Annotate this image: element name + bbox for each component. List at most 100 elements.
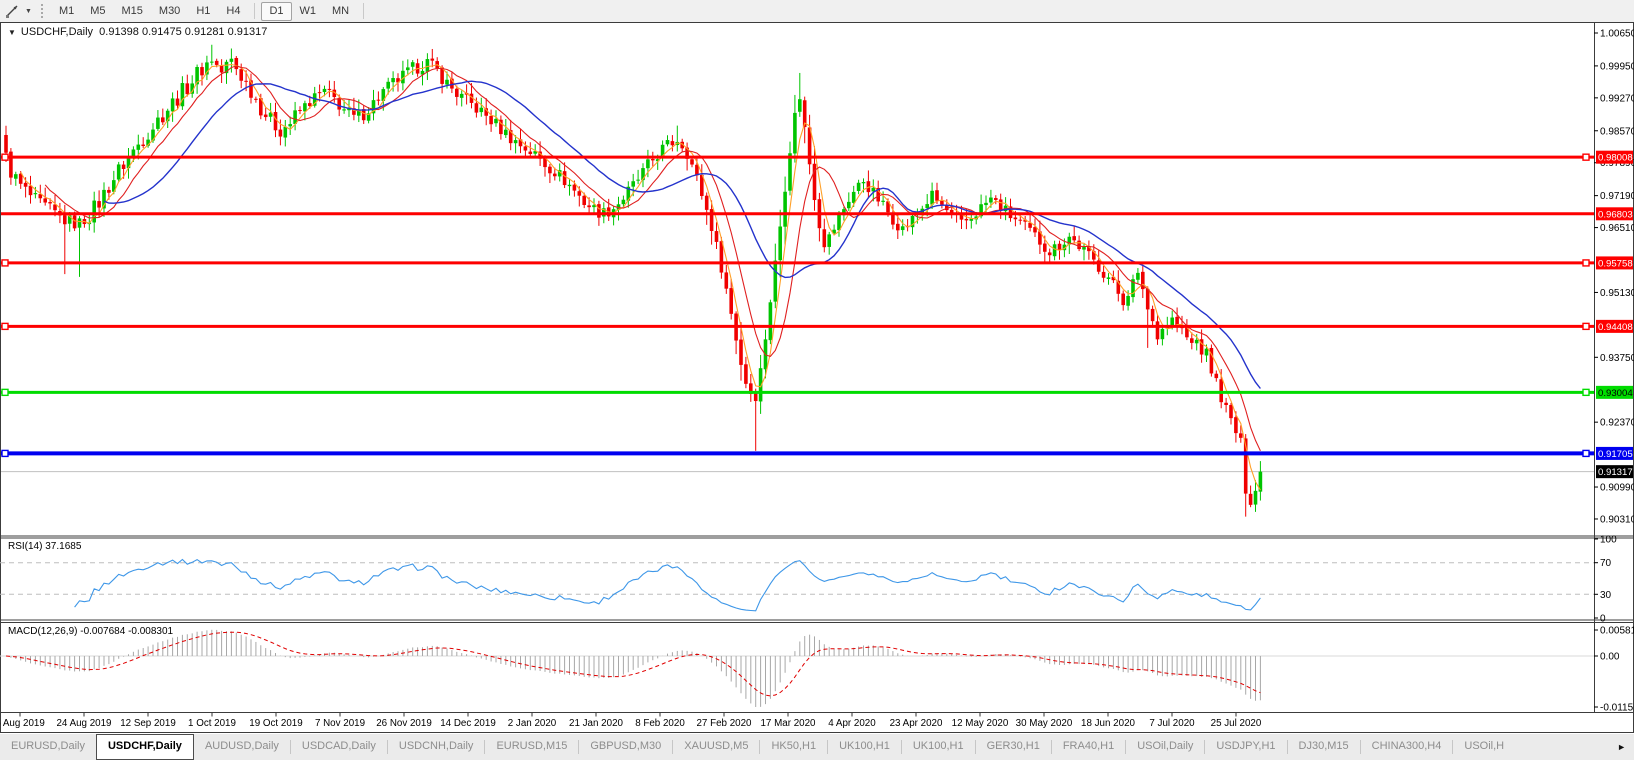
line-handle[interactable]	[1, 153, 9, 161]
toolbar-grip	[40, 4, 43, 18]
chart-tab-eurusd-daily[interactable]: EURUSD,Daily	[0, 734, 96, 760]
date-label: 25 Jul 2020	[1211, 718, 1262, 729]
chart-tab-usdjpy-h1[interactable]: USDJPY,H1	[1205, 734, 1286, 760]
candle-body	[170, 98, 175, 112]
chart-tab-gbpusd-m30[interactable]: GBPUSD,M30	[579, 734, 672, 760]
candle-body	[327, 88, 332, 90]
date-label: 27 Feb 2020	[696, 718, 752, 729]
chart-tab-uk100-h1[interactable]: UK100,H1	[828, 734, 901, 760]
candle-body	[322, 88, 327, 93]
date-label: 12 May 2020	[952, 718, 1009, 729]
chart-tab-xauusd-m5[interactable]: XAUUSD,M5	[673, 734, 759, 760]
line-handle[interactable]	[1582, 259, 1590, 267]
timeframe-button-m15[interactable]: M15	[114, 2, 151, 21]
line-handle[interactable]	[1, 449, 9, 458]
candle-body	[1204, 348, 1209, 356]
chart-tab-fra40-h1[interactable]: FRA40,H1	[1052, 734, 1125, 760]
timeframe-button-d1[interactable]: D1	[261, 1, 292, 21]
timeframe-button-m5[interactable]: M5	[82, 2, 113, 21]
y-axis-label: 0.99950	[1600, 61, 1634, 72]
chart-tab-usoil-daily[interactable]: USOil,Daily	[1126, 734, 1204, 760]
date-label: 7 Nov 2019	[315, 718, 365, 729]
candle-body	[263, 114, 268, 118]
line-tool-icon[interactable]	[4, 3, 24, 19]
chart-tab-hk50-h1[interactable]: HK50,H1	[760, 734, 827, 760]
candle-body	[342, 109, 346, 111]
chart-tab-eurusd-m15[interactable]: EURUSD,M15	[485, 734, 578, 760]
rsi-axis-label: 30	[1600, 590, 1612, 601]
candle-body	[670, 141, 675, 146]
candle-body	[97, 201, 101, 208]
candle-body	[121, 164, 126, 169]
chart-tab-usoil-h[interactable]: USOil,H	[1453, 734, 1515, 760]
main-toolbar: ▼ M1 M5 M15 M30 H1 H4 D1 W1 MN	[0, 0, 1634, 22]
chart-tab-usdcad-daily[interactable]: USDCAD,Daily	[291, 734, 387, 760]
candle-body	[636, 179, 640, 181]
line-handle[interactable]	[1582, 153, 1590, 161]
candle-body	[587, 205, 591, 208]
current-price-tag: 0.91317	[1598, 467, 1633, 478]
line-handle[interactable]	[1, 388, 9, 397]
line-handle[interactable]	[1582, 388, 1590, 397]
chart-border	[0, 22, 1634, 733]
rsi-axis-label: 100	[1600, 535, 1617, 546]
timeframe-button-w1[interactable]: W1	[292, 2, 325, 21]
candle-body	[92, 200, 96, 223]
chart-tab-china300-h4[interactable]: CHINA300,H4	[1361, 734, 1453, 760]
candle-body	[1170, 317, 1174, 326]
candle-body	[254, 98, 258, 100]
mt4-terminal: { "toolbar": { "tools_icon": "line-tool-…	[0, 0, 1634, 760]
candle-body	[881, 200, 885, 202]
chart-tab-audusd-daily[interactable]: AUDUSD,Daily	[194, 734, 290, 760]
line-handle[interactable]	[1, 322, 9, 331]
candle-body	[445, 79, 449, 85]
date-label: 18 Jun 2020	[1081, 718, 1135, 729]
date-label: 21 Jan 2020	[569, 718, 623, 729]
candle-body	[455, 88, 459, 97]
timeframe-button-mn[interactable]: MN	[324, 2, 357, 21]
candle-body	[4, 134, 8, 153]
candle-body	[567, 184, 572, 187]
fast-ma-line	[20, 63, 1261, 491]
candle-body	[1077, 240, 1081, 250]
chart-tab-usdcnh-daily[interactable]: USDCNH,Daily	[388, 734, 485, 760]
tab-scroll-right-icon[interactable]: ►	[1613, 734, 1634, 760]
date-label: 2 Jan 2020	[508, 718, 557, 729]
candle-body	[935, 190, 939, 201]
candle-body	[861, 182, 866, 184]
line-handle[interactable]	[1582, 449, 1590, 458]
candle-body	[308, 103, 312, 106]
price-chart[interactable]: 1.006500.999500.992700.985700.978900.971…	[0, 22, 1634, 734]
chart-tab-ger30-h1[interactable]: GER30,H1	[976, 734, 1051, 760]
candle-body	[161, 117, 165, 123]
candle-body	[837, 214, 841, 231]
timeframe-button-h1[interactable]: H1	[188, 2, 218, 21]
line-handle[interactable]	[1582, 322, 1590, 331]
chart-tab-usdchf-daily[interactable]: USDCHF,Daily	[95, 734, 194, 760]
candle-body	[239, 69, 243, 81]
candle-body	[1052, 244, 1057, 257]
y-axis-label: 0.99270	[1600, 93, 1634, 104]
candle-body	[376, 99, 381, 101]
candle-body	[1082, 247, 1086, 250]
price-tag-091705: 0.91705	[1598, 449, 1633, 460]
chart-tab-uk100-h1[interactable]: UK100,H1	[902, 734, 975, 760]
candle-body	[72, 215, 77, 229]
candle-body	[1072, 236, 1076, 241]
candle-body	[621, 199, 626, 205]
slow-ma-line	[103, 80, 1261, 389]
candle-body	[783, 191, 787, 227]
date-label: 8 Feb 2020	[635, 718, 685, 729]
chart-tab-dj30-m15[interactable]: DJ30,M15	[1288, 734, 1360, 760]
line-handle[interactable]	[1, 259, 9, 267]
dropdown-caret-icon[interactable]: ▼	[25, 8, 32, 15]
candle-body	[156, 117, 160, 129]
collapse-chart-icon[interactable]: ▼	[8, 28, 16, 37]
candle-body	[425, 59, 430, 72]
timeframe-button-m1[interactable]: M1	[51, 2, 82, 21]
timeframe-button-h4[interactable]: H4	[218, 2, 248, 21]
date-label: 4 Apr 2020	[828, 718, 876, 729]
candle-body	[822, 229, 827, 248]
candle-body	[337, 98, 341, 110]
timeframe-button-m30[interactable]: M30	[151, 2, 188, 21]
